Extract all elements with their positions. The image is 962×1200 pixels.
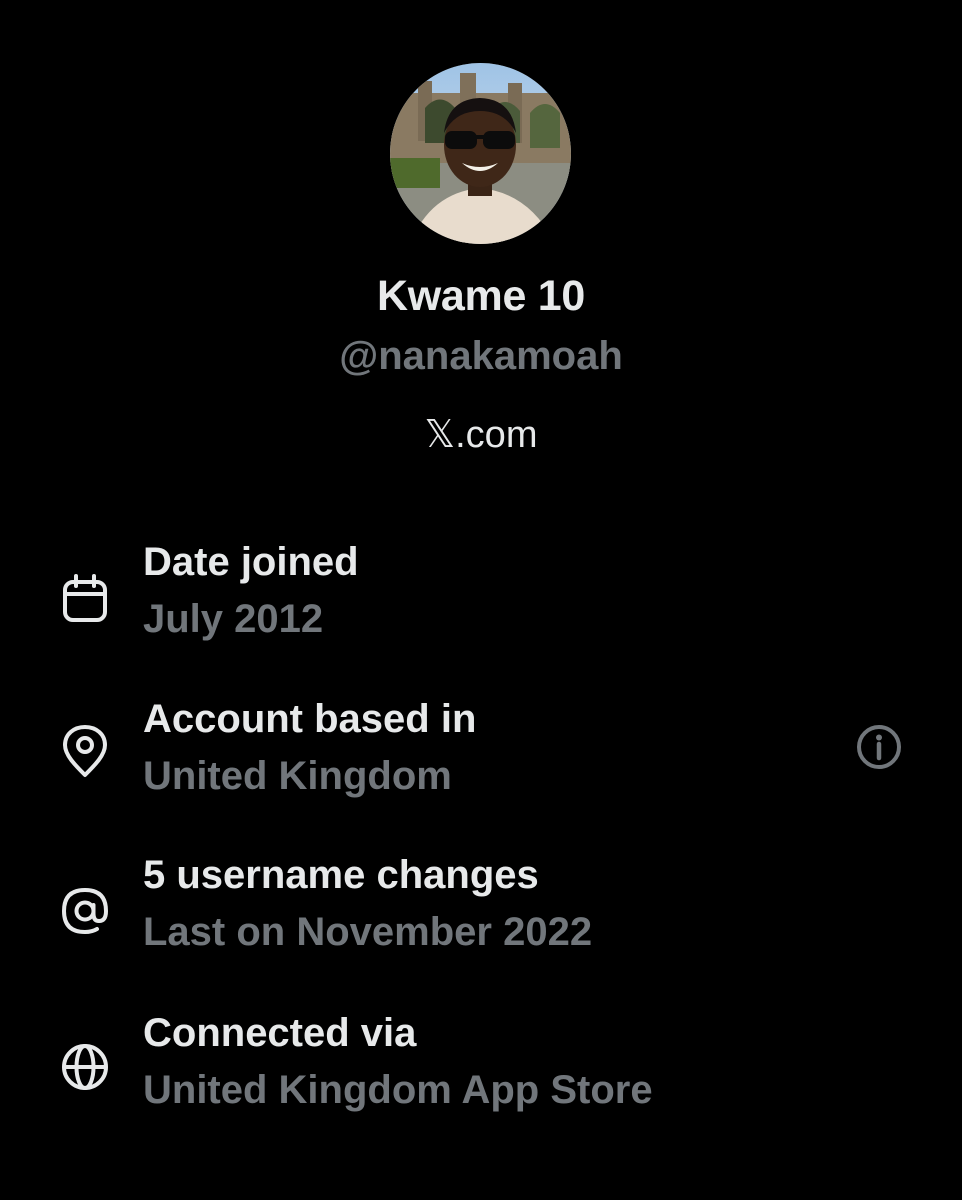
calendar-icon xyxy=(57,570,113,626)
at-sign-icon xyxy=(57,883,113,939)
site-suffix: .com xyxy=(455,414,538,456)
username-changes-row: 5 username changes Last on November 2022 xyxy=(0,853,962,983)
username-handle: @nanakamoah xyxy=(339,334,623,378)
connected-via-value: United Kingdom App Store xyxy=(143,1068,653,1112)
date-joined-title: Date joined xyxy=(143,540,359,584)
connected-via-row: Connected via United Kingdom App Store xyxy=(0,1011,962,1141)
site-label: 𝕏.com xyxy=(0,412,962,457)
username-changes-title: 5 username changes xyxy=(143,853,539,897)
globe-icon xyxy=(57,1039,113,1095)
x-logo-text: 𝕏 xyxy=(424,412,456,456)
username-changes-value: Last on November 2022 xyxy=(143,910,593,954)
avatar[interactable] xyxy=(390,63,571,244)
account-based-in-value: United Kingdom xyxy=(143,754,452,798)
connected-via-title: Connected via xyxy=(143,1011,417,1055)
date-joined-row: Date joined July 2012 xyxy=(0,540,962,670)
account-based-in-title: Account based in xyxy=(143,697,477,741)
display-name: Kwame 10 xyxy=(377,272,585,320)
info-icon[interactable] xyxy=(855,723,903,771)
date-joined-value: July 2012 xyxy=(143,597,324,641)
location-pin-icon xyxy=(57,723,113,779)
account-based-in-row: Account based in United Kingdom xyxy=(0,697,962,827)
avatar-photo xyxy=(390,63,571,244)
